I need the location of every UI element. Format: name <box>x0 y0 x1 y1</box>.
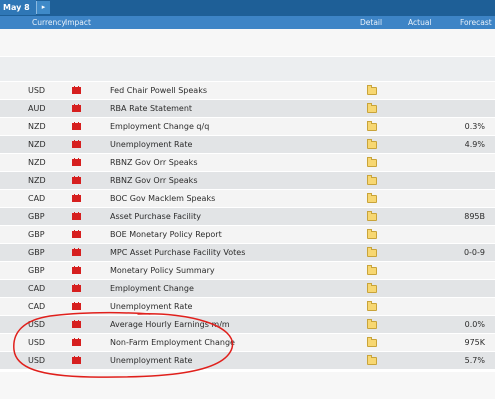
high-impact-icon <box>72 86 81 94</box>
high-impact-icon <box>72 104 81 112</box>
spacer-row <box>0 372 495 400</box>
event-title: RBA Rate Statement <box>110 104 193 113</box>
high-impact-icon <box>72 266 81 274</box>
event-row[interactable]: NZD Unemployment Rate 4.9% <box>0 136 495 154</box>
forecast-value: 895B <box>464 212 485 221</box>
currency-code: NZD <box>28 140 46 149</box>
detail-folder-icon[interactable] <box>367 247 377 257</box>
high-impact-icon <box>72 212 81 220</box>
currency-code: CAD <box>28 302 46 311</box>
high-impact-icon <box>72 356 81 364</box>
high-impact-icon <box>72 194 81 202</box>
event-row[interactable]: GBP BOE Monetary Policy Report <box>0 226 495 244</box>
high-impact-icon <box>72 176 81 184</box>
detail-folder-icon[interactable] <box>367 319 377 329</box>
high-impact-icon <box>72 122 81 130</box>
forecast-value: 0.0% <box>464 320 485 329</box>
currency-code: USD <box>28 86 46 95</box>
forecast-value: 0.3% <box>464 122 485 131</box>
high-impact-icon <box>72 158 81 166</box>
event-title: Unemployment Rate <box>110 356 193 365</box>
detail-folder-icon[interactable] <box>367 103 377 113</box>
currency-code: USD <box>28 338 46 347</box>
detail-folder-icon[interactable] <box>367 85 377 95</box>
event-row[interactable]: NZD RBNZ Gov Orr Speaks <box>0 172 495 190</box>
currency-code: USD <box>28 356 46 365</box>
high-impact-icon <box>72 338 81 346</box>
event-row[interactable]: CAD BOC Gov Macklem Speaks <box>0 190 495 208</box>
high-impact-icon <box>72 248 81 256</box>
event-title: BOE Monetary Policy Report <box>110 230 222 239</box>
event-title: Average Hourly Earnings m/m <box>110 320 230 329</box>
event-row[interactable]: USD Unemployment Rate 5.7% <box>0 352 495 370</box>
detail-folder-icon[interactable] <box>367 283 377 293</box>
spacer-row <box>0 29 495 57</box>
calendar-topbar: May 8 ▸ <box>0 0 495 16</box>
detail-folder-icon[interactable] <box>367 139 377 149</box>
detail-folder-icon[interactable] <box>367 175 377 185</box>
event-row[interactable]: CAD Unemployment Rate <box>0 298 495 316</box>
detail-folder-icon[interactable] <box>367 265 377 275</box>
col-forecast: Forecast <box>460 18 492 27</box>
currency-code: GBP <box>28 266 45 275</box>
event-title: Unemployment Rate <box>110 302 193 311</box>
event-title: MPC Asset Purchase Facility Votes <box>110 248 246 257</box>
event-title: RBNZ Gov Orr Speaks <box>110 176 198 185</box>
currency-code: GBP <box>28 230 45 239</box>
currency-code: AUD <box>28 104 46 113</box>
event-row[interactable]: NZD Employment Change q/q 0.3% <box>0 118 495 136</box>
detail-folder-icon[interactable] <box>367 121 377 131</box>
event-title: Unemployment Rate <box>110 140 193 149</box>
event-row[interactable]: USD Non-Farm Employment Change 975K <box>0 334 495 352</box>
event-row[interactable]: GBP Asset Purchase Facility 895B <box>0 208 495 226</box>
currency-code: CAD <box>28 194 46 203</box>
col-impact: Impact <box>65 18 91 27</box>
col-detail: Detail <box>360 18 383 27</box>
spacer-row <box>0 57 495 82</box>
event-title: RBNZ Gov Orr Speaks <box>110 158 198 167</box>
forecast-value: 0-0-9 <box>463 248 485 257</box>
forecast-value: 5.7% <box>464 356 485 365</box>
currency-code: NZD <box>28 176 46 185</box>
high-impact-icon <box>72 284 81 292</box>
event-row[interactable]: CAD Employment Change <box>0 280 495 298</box>
event-title: BOC Gov Macklem Speaks <box>110 194 216 203</box>
currency-code: GBP <box>28 212 45 221</box>
high-impact-icon <box>72 302 81 310</box>
detail-folder-icon[interactable] <box>367 355 377 365</box>
currency-code: GBP <box>28 248 45 257</box>
col-actual: Actual <box>408 18 432 27</box>
high-impact-icon <box>72 140 81 148</box>
event-title: Non-Farm Employment Change <box>110 338 235 347</box>
currency-code: NZD <box>28 122 46 131</box>
col-currency: Currency <box>32 18 66 27</box>
next-day-arrow-icon[interactable]: ▸ <box>36 1 50 14</box>
event-row[interactable]: USD Fed Chair Powell Speaks <box>0 82 495 100</box>
detail-folder-icon[interactable] <box>367 193 377 203</box>
detail-folder-icon[interactable] <box>367 229 377 239</box>
event-title: Employment Change q/q <box>110 122 210 131</box>
high-impact-icon <box>72 320 81 328</box>
event-row[interactable]: USD Average Hourly Earnings m/m 0.0% <box>0 316 495 334</box>
event-title: Fed Chair Powell Speaks <box>110 86 207 95</box>
detail-folder-icon[interactable] <box>367 337 377 347</box>
event-row[interactable]: GBP MPC Asset Purchase Facility Votes 0-0-… <box>0 244 495 262</box>
event-row[interactable]: GBP Monetary Policy Summary <box>0 262 495 280</box>
currency-code: NZD <box>28 158 46 167</box>
date-tab[interactable]: May 8 <box>0 0 36 15</box>
event-row[interactable]: NZD RBNZ Gov Orr Speaks <box>0 154 495 172</box>
high-impact-icon <box>72 230 81 238</box>
event-title: Asset Purchase Facility <box>110 212 201 221</box>
event-row[interactable]: AUD RBA Rate Statement <box>0 100 495 118</box>
event-title: Monetary Policy Summary <box>110 266 215 275</box>
detail-folder-icon[interactable] <box>367 301 377 311</box>
forecast-value: 975K <box>464 338 485 347</box>
forecast-value: 4.9% <box>464 140 485 149</box>
column-header: Currency Impact Detail Actual Forecast <box>0 16 495 29</box>
currency-code: USD <box>28 320 46 329</box>
currency-code: CAD <box>28 284 46 293</box>
detail-folder-icon[interactable] <box>367 211 377 221</box>
detail-folder-icon[interactable] <box>367 157 377 167</box>
event-title: Employment Change <box>110 284 194 293</box>
